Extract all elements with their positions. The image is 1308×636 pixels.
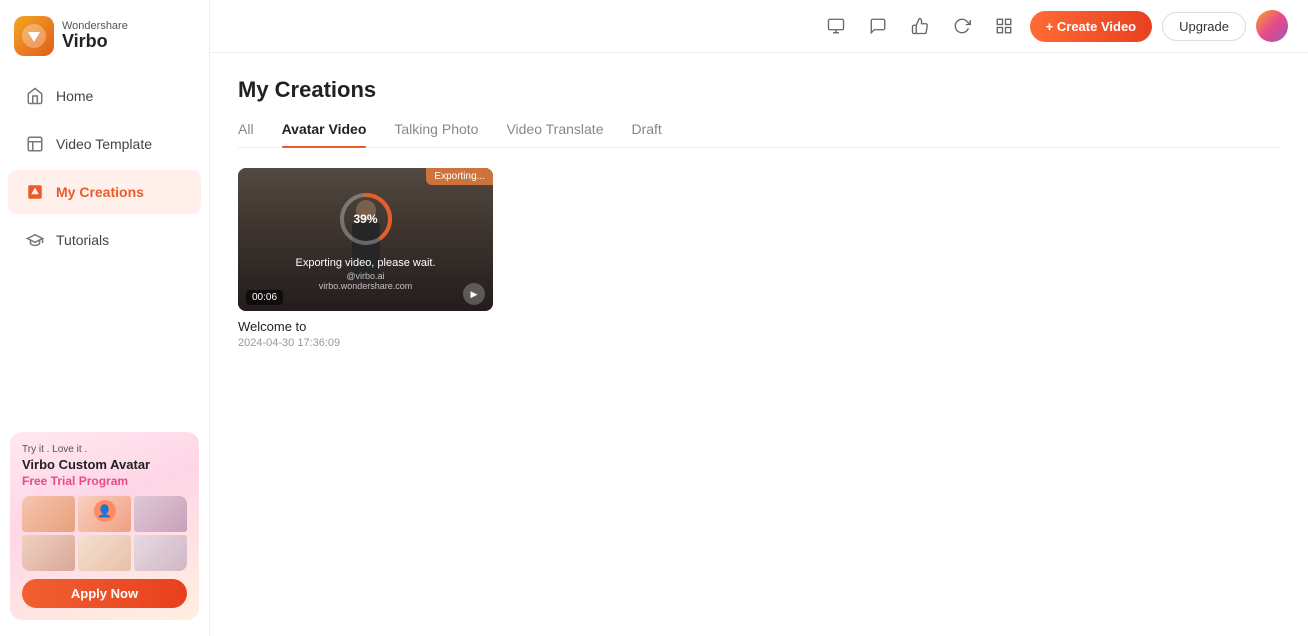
tutorials-icon (24, 229, 46, 251)
logo-text: Wondershare Virbo (62, 20, 128, 52)
video-date: 2024-04-30 17:36:09 (238, 337, 493, 349)
sidebar-item-tutorials[interactable]: Tutorials (8, 218, 201, 262)
sidebar-tutorials-label: Tutorials (56, 232, 109, 248)
video-thumbnail[interactable]: Exporting... 39% Exporting video, please… (238, 168, 493, 311)
sidebar-creations-label: My Creations (56, 184, 144, 200)
video-title: Welcome to (238, 319, 493, 334)
user-avatar[interactable] (1256, 10, 1288, 42)
promo-try-label: Try it . Love it . (22, 444, 187, 455)
sidebar-item-my-creations[interactable]: My Creations (8, 170, 201, 214)
promo-img-5 (78, 535, 131, 571)
sidebar-item-video-template[interactable]: Video Template (8, 122, 201, 166)
main-area: + Create Video Upgrade My Creations All … (210, 0, 1308, 636)
avatar-icon: 👤 (94, 500, 116, 522)
tab-talking-photo[interactable]: Talking Photo (394, 121, 478, 147)
sidebar-home-label: Home (56, 88, 93, 104)
sidebar-item-home[interactable]: Home (8, 74, 201, 118)
creations-icon (24, 181, 46, 203)
template-icon (24, 133, 46, 155)
promo-subtitle: Free Trial Program (22, 474, 187, 488)
apply-now-button[interactable]: Apply Now (22, 579, 187, 608)
promo-images: 👤 (22, 496, 187, 571)
export-submsg: @virbo.aivirbo.wondershare.com (319, 271, 413, 291)
promo-card: Try it . Love it . Virbo Custom Avatar F… (10, 432, 199, 620)
create-video-button[interactable]: + Create Video (1030, 11, 1152, 42)
sidebar-template-label: Video Template (56, 136, 152, 152)
refresh-icon[interactable] (946, 10, 978, 42)
tab-all[interactable]: All (238, 121, 254, 147)
logo-area: Wondershare Virbo (0, 0, 209, 72)
play-button[interactable]: ▶ (463, 283, 485, 305)
tabs: All Avatar Video Talking Photo Video Tra… (238, 121, 1280, 148)
export-badge: Exporting... (426, 168, 493, 185)
logo-name: Virbo (62, 32, 128, 52)
content-area: My Creations All Avatar Video Talking Ph… (210, 53, 1308, 636)
promo-img-3 (134, 496, 187, 532)
sidebar: Wondershare Virbo Home Video Template My… (0, 0, 210, 636)
video-card: Exporting... 39% Exporting video, please… (238, 168, 493, 349)
topbar: + Create Video Upgrade (210, 0, 1308, 53)
progress-ring: 39% (336, 189, 396, 249)
like-icon[interactable] (904, 10, 936, 42)
tab-video-translate[interactable]: Video Translate (506, 121, 603, 147)
export-message: Exporting video, please wait. (295, 257, 435, 269)
duration-badge: 00:06 (246, 290, 283, 305)
home-icon (24, 85, 46, 107)
promo-img-1 (22, 496, 75, 532)
progress-text: 39% (353, 212, 377, 226)
video-grid: Exporting... 39% Exporting video, please… (238, 168, 1280, 349)
screen-icon[interactable] (820, 10, 852, 42)
chat-icon[interactable] (862, 10, 894, 42)
tab-draft[interactable]: Draft (631, 121, 661, 147)
promo-img-6 (134, 535, 187, 571)
promo-img-2: 👤 (78, 496, 131, 532)
upgrade-button[interactable]: Upgrade (1162, 12, 1246, 41)
page-title: My Creations (238, 77, 1280, 103)
tab-avatar-video[interactable]: Avatar Video (282, 121, 367, 147)
promo-img-4 (22, 535, 75, 571)
promo-title: Virbo Custom Avatar (22, 457, 187, 472)
grid-icon[interactable] (988, 10, 1020, 42)
logo-icon (14, 16, 54, 56)
